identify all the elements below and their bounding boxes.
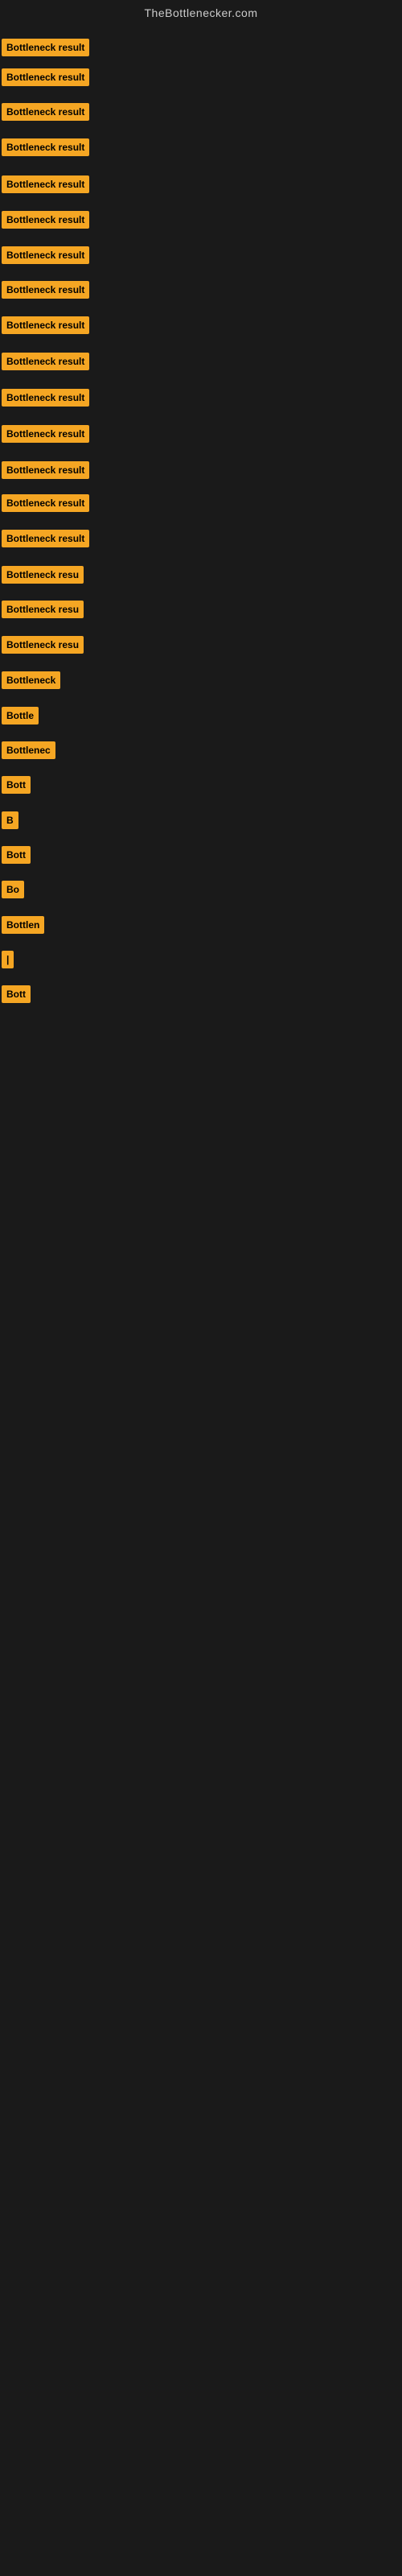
- bottleneck-badge-17[interactable]: Bottleneck resu: [2, 601, 84, 618]
- bottleneck-badge-1[interactable]: Bottleneck result: [2, 39, 89, 56]
- bottleneck-badge-20[interactable]: Bottle: [2, 707, 39, 724]
- bottleneck-badge-21[interactable]: Bottlenec: [2, 741, 55, 759]
- bottleneck-badge-14[interactable]: Bottleneck result: [2, 494, 89, 512]
- bottleneck-badge-26[interactable]: Bottlen: [2, 916, 44, 934]
- bottleneck-badge-11[interactable]: Bottleneck result: [2, 389, 89, 407]
- bottleneck-badge-23[interactable]: B: [2, 811, 18, 829]
- bottleneck-badge-8[interactable]: Bottleneck result: [2, 281, 89, 299]
- bottleneck-badge-16[interactable]: Bottleneck resu: [2, 566, 84, 584]
- bottleneck-badge-22[interactable]: Bott: [2, 776, 31, 794]
- bottleneck-badge-19[interactable]: Bottleneck: [2, 671, 60, 689]
- bottleneck-badge-28[interactable]: Bott: [2, 985, 31, 1003]
- bottleneck-badge-10[interactable]: Bottleneck result: [2, 353, 89, 370]
- bottleneck-badge-24[interactable]: Bott: [2, 846, 31, 864]
- bottleneck-badge-9[interactable]: Bottleneck result: [2, 316, 89, 334]
- bottleneck-badge-4[interactable]: Bottleneck result: [2, 138, 89, 156]
- bottleneck-badge-2[interactable]: Bottleneck result: [2, 68, 89, 86]
- page-container: TheBottlenecker.com Bottleneck result Bot…: [0, 0, 402, 2576]
- bottleneck-badge-6[interactable]: Bottleneck result: [2, 211, 89, 229]
- bottleneck-badge-27[interactable]: |: [2, 951, 14, 968]
- bottleneck-badge-3[interactable]: Bottleneck result: [2, 103, 89, 121]
- bottleneck-badge-7[interactable]: Bottleneck result: [2, 246, 89, 264]
- bottleneck-badge-15[interactable]: Bottleneck result: [2, 530, 89, 547]
- bottleneck-badge-25[interactable]: Bo: [2, 881, 24, 898]
- bottleneck-badge-13[interactable]: Bottleneck result: [2, 461, 89, 479]
- bottleneck-badge-12[interactable]: Bottleneck result: [2, 425, 89, 443]
- bottleneck-badge-5[interactable]: Bottleneck result: [2, 175, 89, 193]
- bottleneck-badge-18[interactable]: Bottleneck resu: [2, 636, 84, 654]
- site-title: TheBottlenecker.com: [0, 0, 402, 23]
